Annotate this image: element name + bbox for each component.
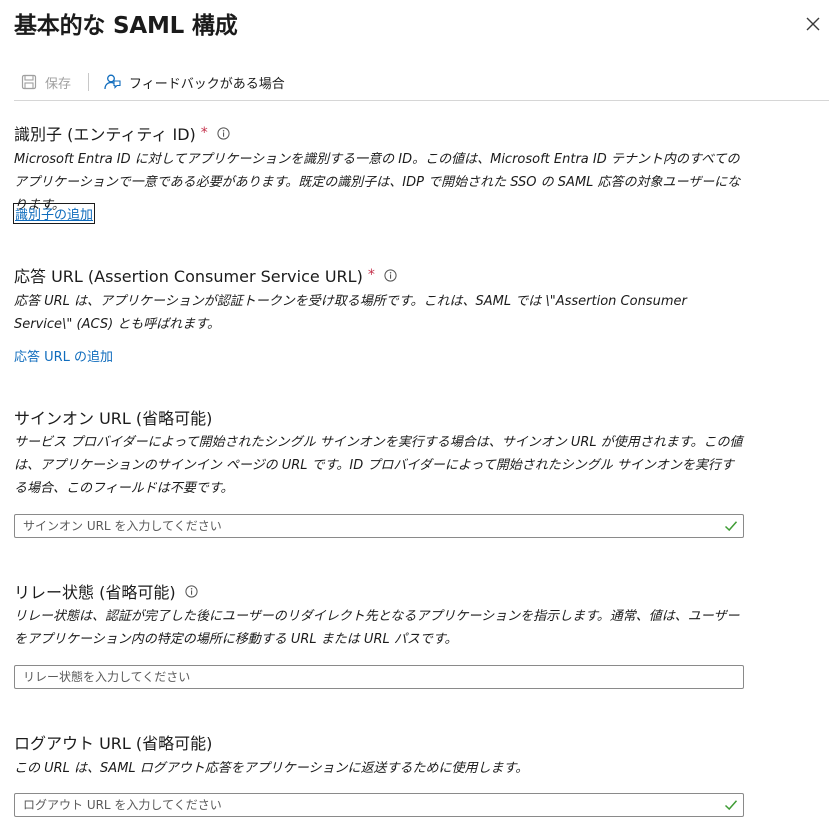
sign-on-url-label-row: サインオン URL (省略可能) [14, 405, 212, 429]
save-icon [21, 74, 37, 90]
add-reply-url-link[interactable]: 応答 URL の追加 [14, 346, 113, 365]
relay-state-label: リレー状態 (省略可能) [14, 583, 176, 602]
feedback-person-icon [103, 73, 121, 91]
add-identifier-link[interactable]: 識別子の追加 [12, 203, 96, 224]
required-indicator: * [200, 125, 208, 141]
check-icon [724, 798, 738, 812]
check-icon [724, 519, 738, 533]
identifier-label-row: 識別子 (エンティティ ID) * [14, 121, 230, 145]
reply-url-label-row: 応答 URL (Assertion Consumer Service URL) … [14, 263, 397, 287]
save-button[interactable]: 保存 [21, 71, 71, 93]
relay-state-input[interactable] [15, 666, 723, 688]
info-icon[interactable] [384, 268, 397, 282]
logout-url-label: ログアウト URL (省略可能) [14, 734, 213, 753]
logout-url-input[interactable] [15, 794, 723, 816]
close-button[interactable] [800, 11, 826, 37]
close-icon [806, 17, 820, 31]
logout-url-label-row: ログアウト URL (省略可能) [14, 730, 212, 754]
save-label: 保存 [45, 76, 72, 92]
feedback-button[interactable]: フィードバックがある場合 [103, 71, 285, 93]
sign-on-url-description: サービス プロバイダーによって開始されたシングル サインオンを実行する場合は、サ… [14, 435, 743, 496]
feedback-label: フィードバックがある場合 [129, 76, 285, 92]
sign-on-url-input[interactable] [15, 515, 723, 537]
info-icon[interactable] [184, 584, 198, 598]
reply-url-label: 応答 URL (Assertion Consumer Service URL) [14, 267, 363, 286]
command-bar: 保存 フィードバックがある場合 [14, 68, 829, 101]
relay-state-field [14, 665, 744, 689]
relay-state-label-row: リレー状態 (省略可能) [14, 579, 198, 603]
sign-on-url-label: サインオン URL (省略可能) [14, 409, 213, 428]
identifier-label: 識別子 (エンティティ ID) [14, 125, 196, 144]
info-icon[interactable] [217, 126, 230, 140]
sign-on-url-field [14, 514, 744, 538]
logout-url-field [14, 793, 744, 817]
logout-url-description: この URL は、SAML ログアウト応答をアプリケーションに返送するために使用… [14, 761, 529, 776]
reply-url-description: 応答 URL は、アプリケーションが認証トークンを受け取る場所です。これは、SA… [14, 294, 687, 332]
panel-title: 基本的な SAML 構成 [14, 13, 238, 39]
relay-state-description: リレー状態は、認証が完了した後にユーザーのリダイレクト先となるアプリケーションを… [14, 609, 740, 647]
identifier-description: Microsoft Entra ID に対してアプリケーションを識別する一意の … [14, 152, 741, 213]
toolbar-divider [88, 73, 89, 91]
required-indicator: * [367, 267, 375, 283]
